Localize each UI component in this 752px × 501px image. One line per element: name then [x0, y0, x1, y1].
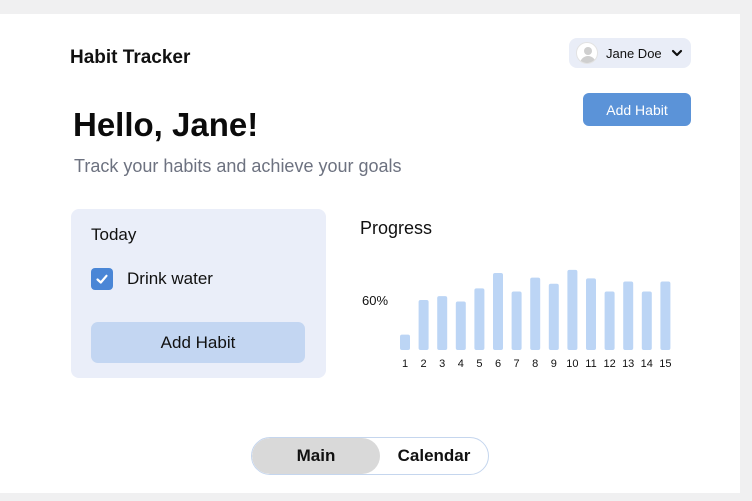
x-tick-label: 13: [622, 358, 634, 370]
x-tick-label: 7: [514, 358, 520, 370]
chevron-down-icon: [671, 49, 682, 57]
progress-bar-11: [586, 278, 596, 350]
top-strip: [0, 0, 752, 14]
progress-bar-7: [511, 291, 522, 350]
progress-bar-13: [623, 281, 634, 350]
x-tick-label: 4: [458, 358, 464, 370]
x-tick-label: 2: [421, 358, 427, 370]
x-tick-label: 3: [439, 358, 445, 370]
bottom-strip: [0, 493, 752, 501]
x-tick-label: 14: [641, 358, 653, 370]
progress-percent-label: 60%: [362, 293, 388, 308]
x-tick-label: 12: [603, 358, 615, 370]
x-tick-label: 10: [566, 358, 578, 370]
habit-item[interactable]: Drink water: [91, 268, 213, 290]
progress-bar-10: [567, 269, 578, 350]
progress-bar-4: [455, 301, 466, 350]
checkmark-icon: [96, 274, 108, 284]
progress-bar-3: [437, 296, 448, 350]
x-tick-label: 5: [476, 358, 482, 370]
app-title: Habit Tracker: [70, 47, 191, 68]
progress-bar-15: [660, 281, 671, 350]
greeting: Hello, Jane!: [73, 106, 259, 143]
user-avatar-icon: [576, 42, 598, 64]
add-habit-card-button[interactable]: Add Habit: [91, 322, 305, 363]
x-tick-label: 15: [659, 358, 671, 370]
view-switcher: Main Calendar: [251, 437, 489, 475]
progress-chart: 60% 1 2 3 4 5 6 7 8 9 10 11 12 13 14 15: [362, 269, 672, 370]
progress-bar-1: [400, 334, 410, 350]
progress-bar-6: [493, 273, 503, 350]
add-habit-header-button[interactable]: Add Habit: [583, 93, 691, 126]
progress-bar-14: [641, 291, 652, 350]
today-card: Today Drink water Add Habit: [71, 209, 326, 378]
x-tick-label: 1: [402, 358, 408, 370]
subtitle: Track your habits and achieve your goals: [74, 156, 402, 176]
progress-bar-12: [604, 291, 615, 350]
tab-main[interactable]: Main: [252, 438, 380, 474]
app-panel: Habit Tracker Jane Doe Add Habit Hello, …: [0, 14, 740, 493]
progress-bar-9: [548, 283, 559, 350]
x-tick-label: 9: [551, 358, 557, 370]
progress-bar-8: [530, 277, 541, 350]
x-tick-label: 8: [532, 358, 538, 370]
progress-bar-2: [418, 299, 429, 350]
x-tick-label: 11: [585, 358, 596, 370]
progress-title: Progress: [360, 218, 433, 238]
habit-checkbox[interactable]: [91, 268, 113, 290]
user-name: Jane Doe: [606, 45, 662, 61]
user-menu-button[interactable]: Jane Doe: [569, 38, 691, 68]
x-tick-label: 6: [495, 358, 501, 370]
habit-label: Drink water: [127, 269, 213, 288]
tab-calendar[interactable]: Calendar: [380, 438, 488, 474]
progress-bar-5: [474, 288, 485, 350]
today-title: Today: [91, 225, 137, 244]
